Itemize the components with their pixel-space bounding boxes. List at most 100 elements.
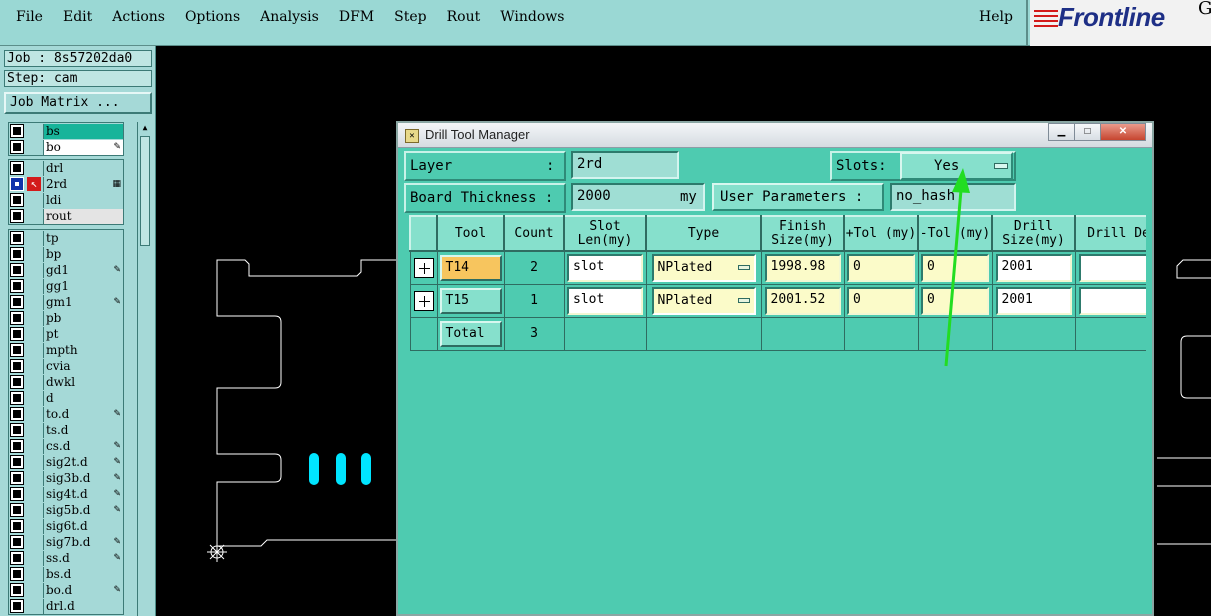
layer-name[interactable]: tp [43,230,123,246]
menu-help[interactable]: Help [979,9,1013,25]
layer-row[interactable]: gm1 ✎ [9,294,123,310]
layer-name[interactable]: bs [43,123,123,139]
tool-button[interactable]: T14 [439,254,502,281]
menu-dfm[interactable]: DFM [329,9,384,29]
layer-checkbox[interactable] [10,247,24,261]
menu-analysis[interactable]: Analysis [250,9,329,29]
drill-size-input[interactable]: 2001 [995,253,1072,282]
minus-tol-input[interactable]: 0 [921,286,989,315]
menu-rout[interactable]: Rout [437,9,491,29]
layer-checkbox[interactable] [10,455,24,469]
slot-len-input[interactable]: slot [567,286,643,315]
maximize-icon[interactable]: □ [1074,123,1101,141]
col-minus-tol[interactable]: -Tol (my) [917,215,993,252]
layer-name[interactable]: bo ✎ [43,139,123,155]
layer-row[interactable]: bs.d [9,566,123,582]
layer-row[interactable]: mpth [9,342,123,358]
dialog-title-bar[interactable]: ✕ Drill Tool Manager ▁ □ ✕ [398,123,1152,148]
layer-row[interactable]: drl.d [9,598,123,614]
type-select[interactable]: NPlated [651,286,756,315]
close-icon[interactable]: ✕ [1100,123,1146,141]
job-matrix-button[interactable]: Job Matrix ... [4,92,152,114]
drill-size-input[interactable]: 2001 [995,286,1072,315]
type-select[interactable]: NPlated [651,253,756,282]
layer-checkbox[interactable] [10,503,24,517]
menu-options[interactable]: Options [175,9,250,29]
layer-checkbox[interactable] [10,567,24,581]
menu-file[interactable]: File [6,9,53,29]
layer-name[interactable]: sig7b.d ✎ [43,534,123,550]
layer-checkbox[interactable] [10,359,24,373]
layer-row[interactable]: ts.d [9,422,123,438]
layer-name[interactable]: bo.d ✎ [43,582,123,598]
layer-name[interactable]: ldi [43,192,123,208]
col-count[interactable]: Count [503,215,565,252]
layer-name[interactable]: ts.d [43,422,123,438]
menu-edit[interactable]: Edit [53,9,102,29]
layer-checkbox[interactable] [10,407,24,421]
layer-name[interactable]: sig3b.d ✎ [43,470,123,486]
layer-checkbox[interactable] [10,471,24,485]
layer-checkbox[interactable] [10,124,24,138]
layer-checkbox[interactable] [10,583,24,597]
plus-tol-input[interactable]: 0 [847,286,915,315]
col-drill-des[interactable]: Drill Des [1074,215,1146,252]
layer-name[interactable]: mpth [43,342,123,358]
layer-row[interactable]: to.d ✎ [9,406,123,422]
layer-name[interactable]: cvia [43,358,123,374]
layer-name[interactable]: pb [43,310,123,326]
layer-checkbox[interactable] [10,391,24,405]
layer-name[interactable]: bs.d [43,566,123,582]
layer-name[interactable]: drl [43,160,123,176]
drill-des-input[interactable] [1078,253,1146,282]
layer-checkbox[interactable] [10,209,24,223]
layer-checkbox[interactable] [10,263,24,277]
layer-name[interactable]: 2rd ▦ [43,176,123,192]
layer-checkbox[interactable] [10,295,24,309]
menu-windows[interactable]: Windows [490,9,574,29]
layer-row[interactable]: cs.d ✎ [9,438,123,454]
layer-row[interactable]: sig3b.d ✎ [9,470,123,486]
scroll-thumb[interactable] [140,136,150,246]
col-drill-size[interactable]: Drill Size(my) [991,215,1076,252]
minimize-icon[interactable]: ▁ [1048,123,1075,141]
layer-checkbox[interactable] [10,423,24,437]
expand-row-icon[interactable] [413,257,434,278]
layer-checkbox[interactable] [10,535,24,549]
layer-name[interactable]: drl.d [43,598,123,614]
layer-name[interactable]: rout [43,208,123,224]
layer-row[interactable]: rout [9,208,123,224]
layer-name[interactable]: sig2t.d ✎ [43,454,123,470]
layer-checkbox[interactable] [10,161,24,175]
finish-size-input[interactable]: 2001.52 [764,286,841,315]
menu-actions[interactable]: Actions [102,9,175,29]
layer-checkbox[interactable] [10,231,24,245]
layer-row[interactable]: cvia [9,358,123,374]
expand-row-icon[interactable] [413,290,434,311]
menu-step[interactable]: Step [384,9,436,29]
layer-row[interactable]: drl [9,160,123,176]
layer-name[interactable]: sig5b.d ✎ [43,502,123,518]
layer-checkbox[interactable] [10,519,24,533]
layer-row[interactable]: bp [9,246,123,262]
layer-row[interactable]: gd1 ✎ [9,262,123,278]
slot-len-input[interactable]: slot [567,253,643,282]
finish-size-input[interactable]: 1998.98 [764,253,841,282]
layer-checkbox[interactable] [10,599,24,613]
layer-checkbox[interactable] [10,343,24,357]
layer-checkbox[interactable] [10,193,24,207]
layer-name[interactable]: gm1 ✎ [43,294,123,310]
layer-row[interactable]: sig4t.d ✎ [9,486,123,502]
layer-checkbox[interactable] [10,439,24,453]
user-parameters-button[interactable]: User Parameters : [712,183,884,211]
layer-name[interactable]: ss.d ✎ [43,550,123,566]
layer-row[interactable]: bs [9,123,123,139]
layer-name[interactable]: dwkl [43,374,123,390]
layer-row[interactable]: dwkl [9,374,123,390]
user-parameters-input[interactable]: no_hash [890,183,1016,211]
layer-input[interactable]: 2rd [571,151,679,179]
layer-row[interactable]: d [9,390,123,406]
col-slot-len[interactable]: Slot Len(my) [563,215,647,252]
layer-row[interactable]: sig7b.d ✎ [9,534,123,550]
tool-button[interactable]: T15 [439,287,502,314]
